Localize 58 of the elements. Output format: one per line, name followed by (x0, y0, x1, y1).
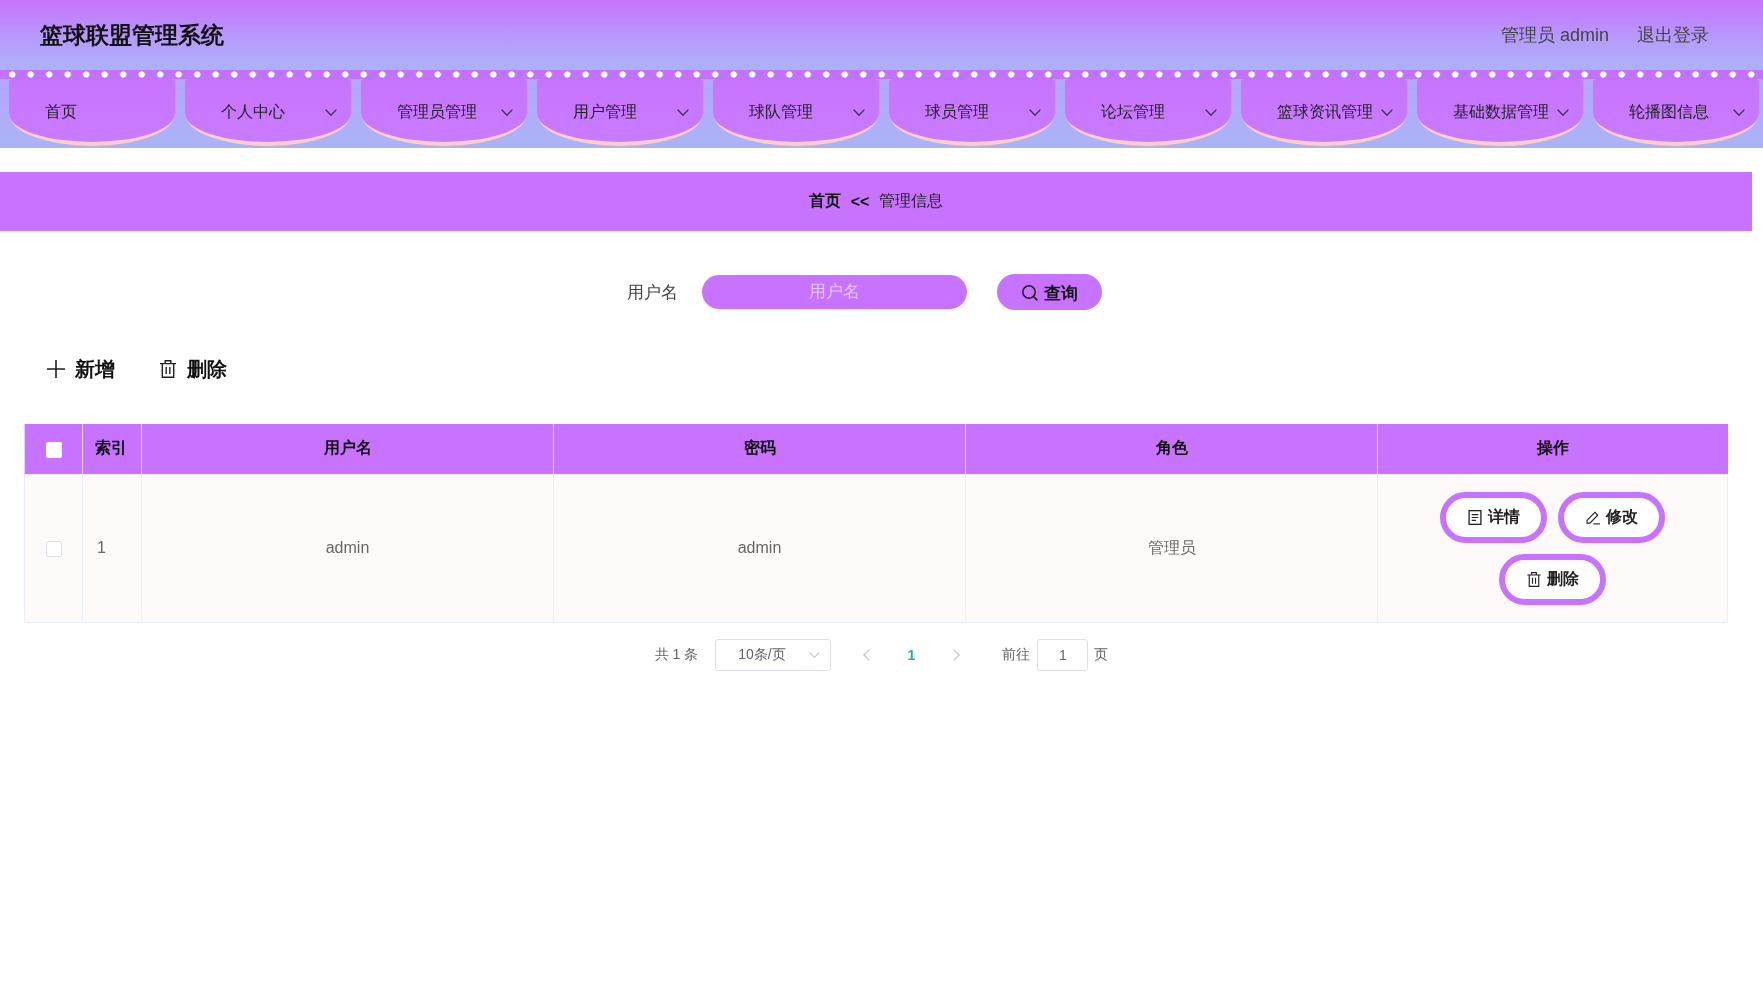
user-label: 管理员 admin (1500, 24, 1609, 47)
plus-icon (47, 360, 65, 378)
page-unit-label: 页 (1094, 645, 1109, 664)
nav-menu-item[interactable]: 个人中心 (185, 79, 351, 146)
nav-menu-item[interactable]: 球队管理 (713, 79, 879, 146)
nav-menu-item[interactable]: 论坛管理 (1065, 79, 1231, 146)
username-search-field[interactable]: 用户名 (702, 275, 967, 309)
search-button[interactable]: 查询 (997, 274, 1102, 310)
delete-button[interactable]: 删除 (159, 355, 227, 383)
chevron-down-icon (853, 109, 865, 116)
page-jump-input[interactable]: 1 (1037, 638, 1089, 671)
delete-button[interactable]: 删除 (1499, 553, 1606, 605)
total-count: 共 1 条 (654, 645, 699, 664)
table-cell: 管理员 (965, 474, 1378, 622)
column-header: 角色 (965, 424, 1378, 474)
column-header: 操作 (1377, 424, 1728, 474)
nav-menu-item[interactable]: 篮球资讯管理 (1241, 79, 1407, 146)
pencil-icon (1585, 509, 1600, 525)
document-icon (1467, 509, 1482, 525)
column-header: 用户名 (141, 424, 554, 474)
detail-button[interactable]: 详情 (1440, 491, 1547, 543)
site-title: 篮球联盟管理系统 (40, 20, 224, 50)
edit-button[interactable]: 修改 (1558, 491, 1665, 543)
chevron-left-icon (862, 648, 870, 661)
chevron-down-icon (809, 651, 821, 658)
table-cell: 1 (82, 474, 142, 622)
chevron-down-icon (325, 109, 337, 116)
chevron-down-icon (1381, 109, 1393, 116)
table-cell: admin (553, 474, 966, 622)
chevron-down-icon (677, 109, 689, 116)
trash-icon (159, 360, 177, 378)
breadcrumb-link[interactable]: 首页 (808, 191, 841, 212)
nav-menu-item[interactable]: 轮播图信息 (1593, 79, 1759, 146)
nav-menu-item[interactable]: 用户管理 (537, 79, 703, 146)
checkbox[interactable] (45, 540, 62, 557)
nav-menu-item[interactable]: 首页 (9, 79, 175, 146)
chevron-down-icon (1733, 109, 1745, 116)
column-header: 密码 (553, 424, 966, 474)
search-icon (1021, 285, 1038, 301)
logout-link[interactable]: 退出登录 (1637, 23, 1709, 47)
column-header: 索引 (82, 424, 142, 474)
field-label: 用户名 (627, 281, 678, 304)
table-cell: admin (141, 474, 554, 622)
chevron-down-icon (1029, 109, 1041, 116)
breadcrumb-separator: << (850, 192, 870, 211)
chevron-down-icon (501, 109, 513, 116)
nav-menu-item[interactable]: 基础数据管理 (1417, 79, 1583, 146)
chevron-down-icon (1205, 109, 1217, 116)
chevron-right-icon (952, 648, 960, 661)
page-size-select[interactable]: 10条/页 (715, 638, 832, 671)
chevron-down-icon (1557, 109, 1569, 116)
breadcrumb-current: 管理信息 (879, 191, 944, 211)
goto-label: 前往 (1002, 645, 1031, 664)
nav-menu-item[interactable]: 管理员管理 (361, 79, 527, 146)
nav-menu-item[interactable]: 球员管理 (889, 79, 1055, 146)
add-button[interactable]: 新增 (47, 355, 115, 383)
checkbox[interactable] (45, 441, 62, 458)
trash-icon (1526, 571, 1541, 587)
